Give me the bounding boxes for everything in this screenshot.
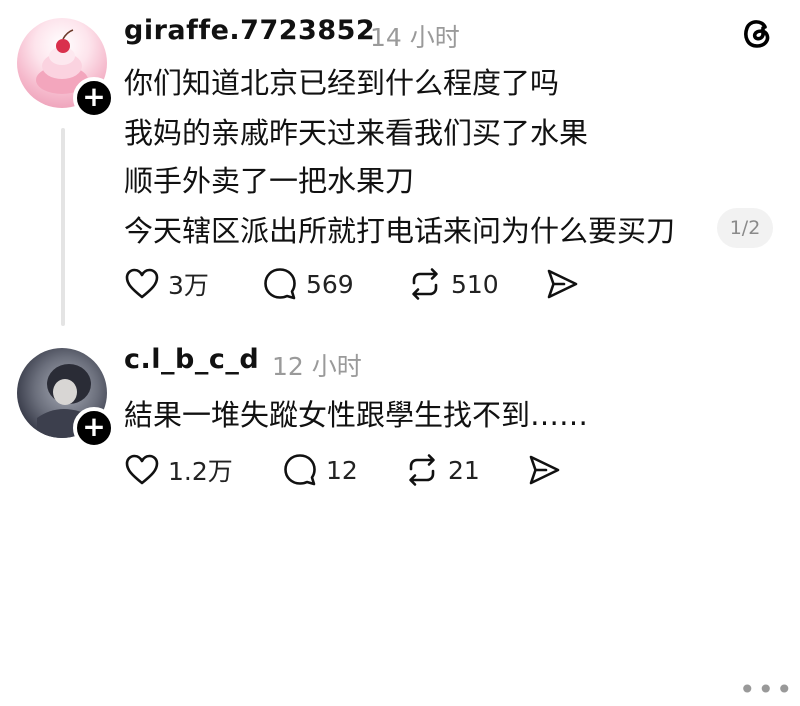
comment-count: 569 <box>306 269 354 299</box>
page-indicator: 1/2 <box>717 208 773 248</box>
follow-plus-icon[interactable]: + <box>73 407 115 449</box>
more-icon[interactable]: ••• <box>739 676 795 704</box>
comment-button[interactable]: 12 <box>282 452 358 488</box>
post-text-line: 顺手外卖了一把水果刀 <box>124 164 415 198</box>
repost-icon <box>412 268 438 300</box>
heart-icon <box>125 454 159 485</box>
like-count: 3万 <box>168 271 209 300</box>
repost-count: 21 <box>448 455 480 485</box>
post-text-line: 今天辖区派出所就打电话来问为什么要买刀 <box>124 214 676 248</box>
post-text-line: 你们知道北京已经到什么程度了吗 <box>124 66 560 100</box>
share-button[interactable] <box>526 452 562 488</box>
repost-icon <box>409 454 435 486</box>
timestamp: 12 小时 <box>272 352 362 381</box>
username[interactable]: giraffe.7723852 <box>124 15 375 46</box>
share-button[interactable] <box>544 266 580 302</box>
send-icon <box>547 269 578 299</box>
comment-button[interactable]: 569 <box>262 266 354 302</box>
follow-plus-icon[interactable]: + <box>73 77 115 119</box>
like-count: 1.2万 <box>168 457 233 486</box>
post: + c.l_b_c_d 12 小时 ••• 結果一堆失蹤女性跟學生找不到…… 1… <box>0 330 800 704</box>
send-icon <box>529 455 560 485</box>
like-button[interactable]: 1.2万 <box>124 452 233 488</box>
comment-count: 12 <box>326 455 358 485</box>
post-text-line: 我妈的亲戚昨天过来看我们买了水果 <box>124 116 589 150</box>
comment-icon <box>264 268 296 300</box>
post-text-line: 結果一堆失蹤女性跟學生找不到…… <box>124 398 589 432</box>
thread-line <box>61 128 65 326</box>
heart-icon <box>125 268 159 299</box>
timestamp: 14 小时 <box>370 23 460 52</box>
username[interactable]: c.l_b_c_d <box>124 344 259 375</box>
repost-button[interactable]: 510 <box>407 266 499 302</box>
post: + giraffe.7723852 14 小时 你们知道北京已经到什么程度了吗 … <box>0 0 800 330</box>
comment-icon <box>284 454 316 486</box>
like-button[interactable]: 3万 <box>124 266 209 302</box>
repost-button[interactable]: 21 <box>404 452 480 488</box>
repost-count: 510 <box>451 269 499 299</box>
